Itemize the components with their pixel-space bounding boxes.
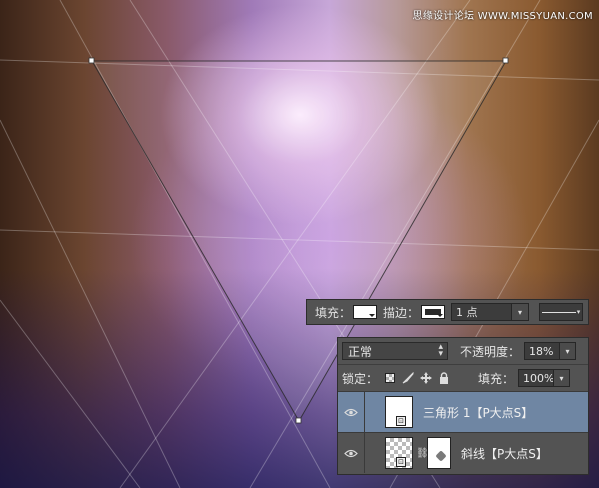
fill-label: 填充： xyxy=(478,371,515,386)
move-icon[interactable] xyxy=(420,372,433,384)
layer-row-diagonal[interactable]: ⊡ ⛓ 斜线【P大点S】 xyxy=(338,432,588,473)
stroke-swatch-button[interactable] xyxy=(421,305,446,319)
anchor-point-bottom xyxy=(295,417,302,424)
blend-opacity-row: 正常 ▴ ▾ 不透明度： 18% ▾ xyxy=(338,338,588,364)
divider xyxy=(364,392,365,432)
layer-thumbnail: ⊡ xyxy=(385,437,413,469)
dropdown-arrow-icon xyxy=(369,314,376,317)
updown-arrows-icon: ▴ ▾ xyxy=(438,342,443,359)
shape-options-bar: 填充： 描边： 1 点 ▾ ▾ xyxy=(306,299,589,325)
layer-row-triangle[interactable]: ⊡ 三角形 1【P大点S】 xyxy=(338,391,588,432)
blend-mode-select[interactable]: 正常 ▴ ▾ xyxy=(342,342,448,360)
anchor-point-right xyxy=(502,57,509,64)
dropdown-arrow-icon: ▾ xyxy=(576,308,581,316)
blend-mode-value: 正常 xyxy=(348,344,373,359)
stroke-label: 描边： xyxy=(383,305,420,320)
stroke-size-field[interactable]: 1 点 ▾ xyxy=(451,303,530,321)
opacity-field[interactable]: 18% ▾ xyxy=(524,342,577,360)
eye-icon[interactable] xyxy=(338,449,364,458)
layer-thumbnail: ⊡ xyxy=(385,396,413,428)
layers-panel: 正常 ▴ ▾ 不透明度： 18% ▾ 锁定： 填充： 100% ▾ ⊡ 三角形 … xyxy=(337,337,589,475)
fill-field[interactable]: 100% ▾ xyxy=(518,369,571,387)
brush-icon[interactable] xyxy=(402,372,414,384)
watermark-text: 思缘设计论坛 WWW.MISSYUAN.COM xyxy=(412,11,593,22)
lock-icon[interactable] xyxy=(438,372,450,384)
fill-label: 填充： xyxy=(315,305,352,320)
layer-mask-thumbnail[interactable] xyxy=(427,437,451,469)
eye-icon[interactable] xyxy=(338,408,364,417)
lock-fill-row: 锁定： 填充： 100% ▾ xyxy=(338,364,588,391)
line-style-icon xyxy=(541,311,576,313)
stroke-type-dropdown[interactable]: ▾ xyxy=(539,303,584,321)
chain-icon[interactable]: ⛓ xyxy=(416,448,429,459)
fill-value: 100% xyxy=(523,371,555,385)
layer-name[interactable]: 三角形 1【P大点S】 xyxy=(423,404,533,421)
shape-layer-badge-icon: ⊡ xyxy=(396,457,406,467)
divider xyxy=(364,433,365,473)
dropdown-arrow-icon[interactable]: ▾ xyxy=(511,304,529,320)
anchor-point-left xyxy=(88,57,95,64)
dropdown-arrow-icon[interactable]: ▾ xyxy=(553,370,570,386)
layer-name[interactable]: 斜线【P大点S】 xyxy=(461,445,548,462)
lock-label: 锁定： xyxy=(342,371,379,386)
lock-transparent-icon[interactable] xyxy=(384,372,396,384)
dropdown-arrow-icon[interactable]: ▾ xyxy=(559,343,576,359)
dropdown-arrow-icon xyxy=(437,314,444,317)
shape-layer-badge-icon: ⊡ xyxy=(396,416,406,426)
stroke-size-value: 1 点 xyxy=(456,306,478,319)
fill-swatch-button[interactable] xyxy=(353,305,378,319)
opacity-value: 18% xyxy=(529,344,554,358)
opacity-label: 不透明度： xyxy=(460,344,521,359)
